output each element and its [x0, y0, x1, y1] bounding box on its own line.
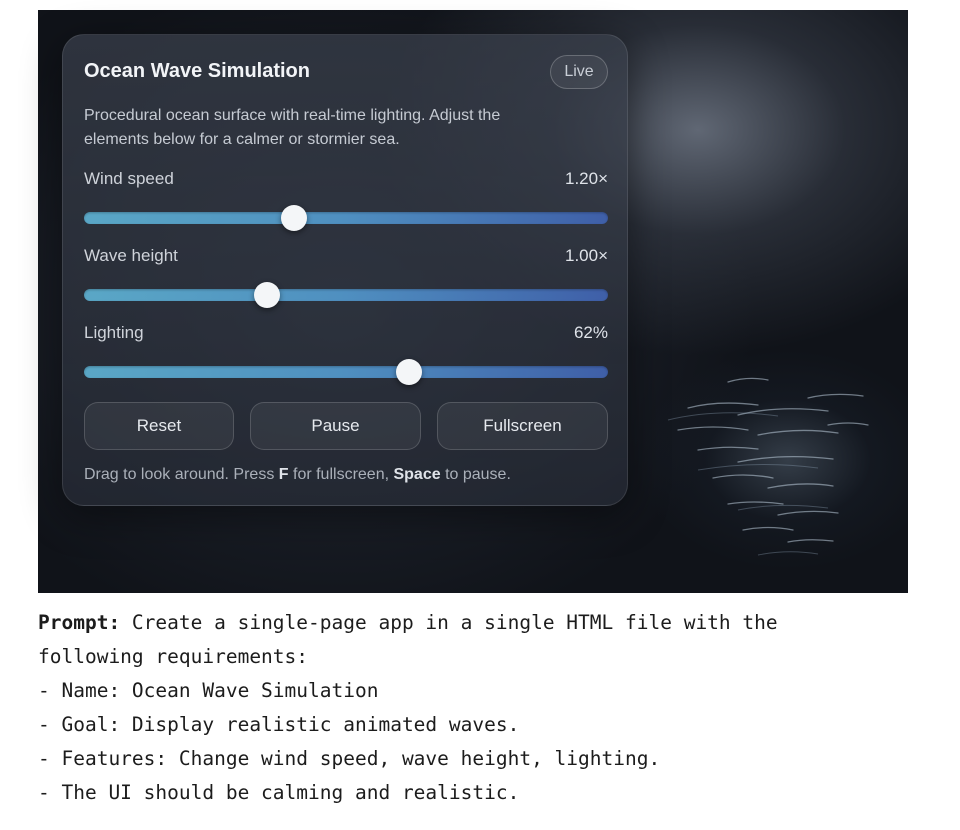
- prompt-line-4: - Goal: Display realistic animated waves…: [38, 713, 520, 736]
- hint-key-f: F: [278, 466, 289, 483]
- lighting-label: Lighting: [84, 323, 144, 342]
- prompt-line-2: following requirements:: [38, 645, 309, 668]
- wave-height-value: 1.00×: [564, 246, 608, 265]
- hint-key-space: Space: [393, 466, 441, 483]
- prompt-line-1: Prompt: Create a single-page app in a si…: [38, 606, 938, 640]
- live-status-badge: Live: [550, 55, 608, 89]
- prompt-label: Prompt:: [38, 611, 121, 634]
- reset-button[interactable]: Reset: [84, 402, 234, 450]
- hint-text-3: to pause.: [440, 466, 511, 483]
- hint-text-1: Drag to look around. Press: [84, 466, 279, 483]
- prompt-block: Prompt: Create a single-page app in a si…: [38, 606, 938, 810]
- lighting-slider-thumb[interactable]: [395, 359, 422, 385]
- wind-speed-slider-thumb[interactable]: [280, 205, 307, 231]
- wave-height-label: Wave height: [84, 246, 178, 265]
- wind-speed-value: 1.20×: [564, 169, 608, 188]
- wave-height-slider[interactable]: [84, 282, 608, 308]
- app-description: Procedural ocean surface with real-time …: [84, 107, 501, 148]
- wind-speed-label: Wind speed: [84, 169, 174, 188]
- lighting-slider[interactable]: [84, 359, 608, 385]
- hint-text-2: for fullscreen,: [288, 466, 394, 483]
- prompt-line-5: - Features: Change wind speed, wave heig…: [38, 747, 661, 770]
- lighting-value: 62%: [573, 323, 608, 342]
- keyboard-hint: Drag to look around. Press F for fullscr…: [84, 466, 511, 484]
- prompt-line-6: - The UI should be calming and realistic…: [38, 781, 520, 804]
- app-title: Ocean Wave Simulation: [84, 60, 310, 82]
- prompt-line-3: - Name: Ocean Wave Simulation: [38, 679, 379, 702]
- fullscreen-button[interactable]: Fullscreen: [437, 402, 608, 450]
- prompt-line-1-text: Create a single-page app in a single HTM…: [120, 611, 778, 634]
- wind-speed-slider[interactable]: [84, 205, 608, 231]
- pause-button[interactable]: Pause: [250, 402, 421, 450]
